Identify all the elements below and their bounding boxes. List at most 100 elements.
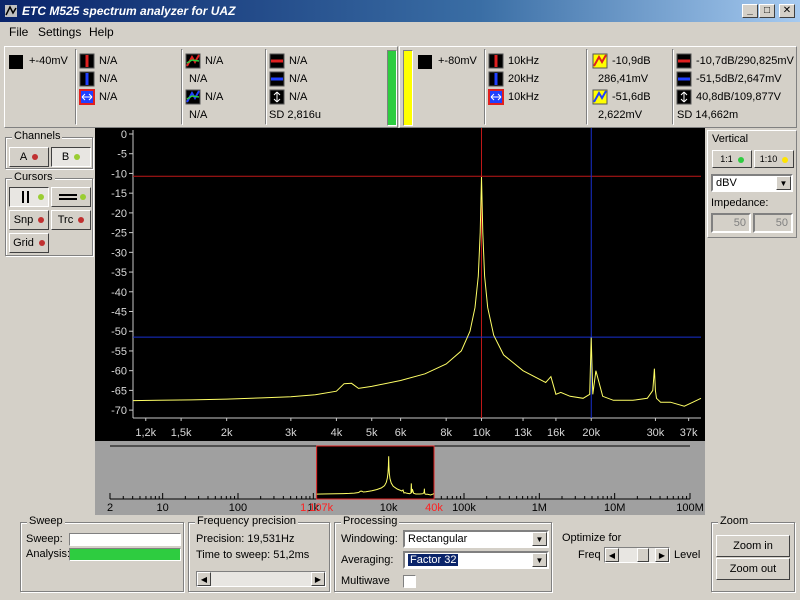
menu-settings[interactable]: Settings <box>38 25 81 39</box>
y-tick-label: -15 <box>111 188 127 200</box>
channel-a-blue-freq: N/A <box>99 73 118 85</box>
overview-start-label: 1,107k <box>300 502 334 514</box>
impedance-label: Impedance: <box>711 197 769 209</box>
sweep-time-text: Time to sweep: 51,2ms <box>196 549 310 561</box>
multiwave-checkbox[interactable] <box>403 575 416 588</box>
y-tick-label: -30 <box>111 247 127 259</box>
sweep-title: Sweep <box>27 515 65 527</box>
y-tick-label: -5 <box>117 149 127 161</box>
overview-chart[interactable]: 2 10 100 1k 10k 100k 1M 10M 100M1,107k 40k <box>95 441 705 515</box>
peak-low-icon <box>592 89 608 105</box>
channel-b-delta-freq: 10kHz <box>508 91 540 103</box>
vertical-cursors-button[interactable] <box>9 187 49 207</box>
x-tick-label: 1,5k <box>171 427 192 439</box>
optimize-slider[interactable]: ◀ ▶ <box>604 547 670 563</box>
zoom-in-button[interactable]: Zoom in <box>716 535 790 557</box>
chevron-right-icon[interactable]: ▶ <box>311 572 325 586</box>
snapshot-led <box>38 217 45 224</box>
y-tick-label: -35 <box>111 267 127 279</box>
trace-label: Trc <box>57 214 74 226</box>
snapshot-label: Snp <box>13 214 34 226</box>
minimize-button[interactable]: _ <box>742 4 758 18</box>
channel-b-status-panel: +-80mV 10kHz 20kHz 10kHz -10,9dB 286,41m… <box>399 46 797 128</box>
impedance-a-field[interactable]: 50 <box>711 213 751 233</box>
overview-tick-label: 10M <box>604 502 625 514</box>
overview-end-label: 40k <box>425 502 443 514</box>
x-tick-label: 37k <box>680 427 698 439</box>
channel-a-sd: SD 2,816u <box>269 109 321 121</box>
precision-text: Precision: 19,531Hz <box>196 533 295 545</box>
frequency-overview[interactable]: 2 10 100 1k 10k 100k 1M 10M 100M 1,107k 40k <box>95 441 705 515</box>
zoom-title: Zoom <box>718 515 751 527</box>
divider <box>265 49 267 125</box>
windowing-dropdown[interactable]: Rectangular ▼ <box>403 530 549 548</box>
menu-help[interactable]: Help <box>89 25 114 39</box>
y-tick-label: -50 <box>111 326 127 338</box>
channel-a-blue-level: N/A <box>289 73 308 85</box>
trace-button[interactable]: Trc <box>51 210 91 230</box>
y-tick-label: -55 <box>111 346 127 358</box>
analysis-progress-bar <box>69 548 181 561</box>
frequency-precision-group: Frequency precision Precision: 19,531Hz … <box>188 515 330 592</box>
zoom-out-button[interactable]: Zoom out <box>716 558 790 580</box>
unit-dropdown[interactable]: dBV ▼ <box>711 174 793 192</box>
overview-selection[interactable] <box>316 445 435 500</box>
delta-level-icon <box>269 89 285 105</box>
divider <box>586 49 588 125</box>
channel-a-peak1: N/A <box>205 55 224 67</box>
spectrum-chart[interactable]: 0 -5 -10 -15 -20 -25 -30 -35 -40 -45 -50 -55 -60 -65 -… <box>95 128 705 441</box>
channel-a-peak1-value: N/A <box>189 73 208 85</box>
optimize-slider-thumb[interactable] <box>637 548 649 562</box>
chevron-right-icon[interactable]: ▶ <box>655 548 669 562</box>
x-tick-label: 1,2k <box>135 427 156 439</box>
zoom-group: Zoom Zoom in Zoom out <box>711 515 795 592</box>
averaging-value: Factor 32 <box>406 553 460 567</box>
channel-b-level-bar <box>403 50 413 126</box>
ratio-1-1-button[interactable]: 1:1 <box>712 150 752 168</box>
menu-file[interactable]: File <box>9 25 28 39</box>
blue-cursor-icon <box>79 71 95 87</box>
overview-tick-label: 1M <box>532 502 547 514</box>
divider <box>75 49 77 125</box>
ratio-1-10-button[interactable]: 1:10 <box>754 150 794 168</box>
sweep-progress-bar <box>69 533 181 546</box>
overview-tick-label: 2 <box>107 502 113 514</box>
peak-low-icon <box>185 89 201 105</box>
channel-b-color-swatch <box>418 55 432 69</box>
y-tick-label: -45 <box>111 307 127 319</box>
channel-b-peak2: -51,6dB <box>612 91 651 103</box>
close-button[interactable]: ✕ <box>779 4 795 18</box>
channel-b-button[interactable]: B <box>51 147 91 167</box>
blue-cursor-icon <box>488 71 504 87</box>
averaging-dropdown[interactable]: Factor 32 ▼ <box>403 551 549 569</box>
vertical-title: Vertical <box>712 133 749 145</box>
chevron-left-icon[interactable]: ◀ <box>197 572 211 586</box>
y-tick-label: -60 <box>111 366 127 378</box>
chevron-left-icon[interactable]: ◀ <box>605 548 619 562</box>
optimize-level-label: Level <box>674 549 701 561</box>
precision-slider[interactable]: ◀ ▶ <box>196 571 326 587</box>
optimize-title: Optimize for <box>562 532 622 544</box>
chevron-down-icon[interactable]: ▼ <box>532 553 547 567</box>
x-tick-label: 6k <box>395 427 407 439</box>
grid-button[interactable]: Grid <box>9 233 49 253</box>
x-tick-label: 20k <box>582 427 600 439</box>
channel-b-sd: SD 14,662m <box>677 109 739 121</box>
ratio-1-1-label: 1:1 <box>720 154 733 164</box>
snapshot-button[interactable]: Snp <box>9 210 49 230</box>
channel-b-level: +-80mV <box>438 55 477 67</box>
app-icon <box>5 5 17 17</box>
channel-b-label: B <box>61 151 70 163</box>
title-bar[interactable]: ETC M525 spectrum analyzer for UAZ _ □ ✕ <box>0 0 800 22</box>
vertical-panel: Vertical 1:1 1:10 dBV ▼ Impedance: 50 50 <box>707 130 797 238</box>
impedance-b-field[interactable]: 50 <box>753 213 793 233</box>
maximize-button[interactable]: □ <box>759 4 775 18</box>
spectrum-plot[interactable]: 0 -5 -10 -15 -20 -25 -30 -35 -40 -45 -50 -55 -60 -65 -… <box>95 128 705 441</box>
chevron-down-icon[interactable]: ▼ <box>776 176 791 190</box>
channel-a-level-bar <box>387 50 397 126</box>
windowing-value: Rectangular <box>408 533 468 545</box>
channel-a-button[interactable]: A <box>9 147 49 167</box>
chevron-down-icon[interactable]: ▼ <box>532 532 547 546</box>
horizontal-cursors-button[interactable] <box>51 187 91 207</box>
delta-level-icon <box>676 89 692 105</box>
